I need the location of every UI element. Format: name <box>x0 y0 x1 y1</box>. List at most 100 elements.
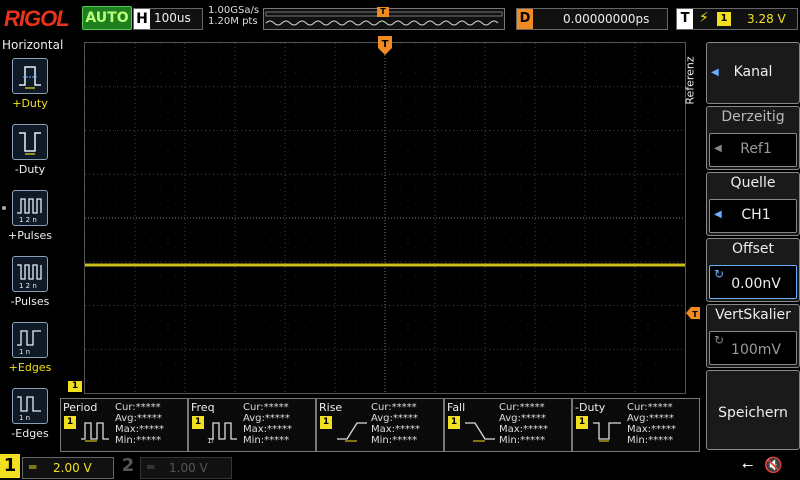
measurement-source: 1 <box>576 416 588 429</box>
ch2-scale-box[interactable]: ═ 1.00 V <box>140 457 232 479</box>
measure-plus-pulses[interactable]: 1 2 n +Pulses <box>6 190 54 242</box>
svg-text:1 n: 1 n <box>19 414 30 422</box>
measurement-name: Rise <box>319 401 343 414</box>
svg-text:T: T <box>382 39 389 50</box>
memory-trigger-marker: T <box>377 7 389 17</box>
plus-pulses-icon: 1 2 n <box>12 190 48 226</box>
kanal-label: Kanal <box>733 64 773 80</box>
speichern-button[interactable]: Speichern <box>706 370 800 450</box>
svg-text:1/: 1/ <box>207 437 214 443</box>
quelle-value: CH1 <box>741 207 771 223</box>
ch2-scale: 1.00 V <box>169 461 208 475</box>
measure-plus-duty[interactable]: +Duty <box>6 58 54 110</box>
speichern-label: Speichern <box>718 405 788 421</box>
measurement-name: Fall <box>447 401 466 414</box>
quelle-value-box: ◀ CH1 <box>709 199 797 233</box>
offset-value: 0.00nV <box>731 276 781 292</box>
kanal-button[interactable]: ◀ Kanal <box>706 42 800 104</box>
measure-minus-duty[interactable]: -Duty <box>6 124 54 176</box>
measurement-stats: Cur:***** Avg:***** Max:***** Min:***** <box>627 402 677 446</box>
acquisition-info: 1.00GSa/s 1.20M pts <box>208 5 259 27</box>
derzeitig-value-box: ◀ Ref1 <box>709 133 797 167</box>
negative-duty-icon <box>593 422 621 442</box>
sample-rate: 1.00GSa/s <box>208 5 260 16</box>
run-mode-button[interactable]: AUTO <box>82 6 132 30</box>
measurement-rise[interactable]: Rise 1 Cur:***** Avg:***** Max:***** Min:**… <box>316 398 444 452</box>
plus-duty-icon <box>12 58 48 94</box>
memory-overview-strip[interactable]: T <box>263 7 505 30</box>
plus-edges-icon: 1 n <box>12 322 48 358</box>
horizontal-key: H <box>134 9 150 29</box>
dc-coupling-icon: ═ <box>29 460 37 474</box>
measurement-source: 1 <box>320 416 332 429</box>
delay-value: 0.00000000ps <box>563 12 650 26</box>
vertskalier-value: 100mV <box>731 342 781 358</box>
dc-coupling-icon: ═ <box>147 460 155 474</box>
derzeitig-button: Derzeitig ◀ Ref1 <box>706 106 800 170</box>
measurement-neg-duty[interactable]: -Duty 1 Cur:***** Avg:***** Max:***** Min:*… <box>572 398 700 452</box>
svg-text:1 2 n: 1 2 n <box>19 282 37 290</box>
delay-indicator[interactable]: D 0.00000000ps <box>516 8 668 30</box>
plus-duty-label: +Duty <box>12 97 48 110</box>
trigger-level: 3.28 V <box>747 12 786 26</box>
ch2-indicator[interactable]: 2 <box>118 454 138 478</box>
speaker-muted-icon[interactable]: 🔇 <box>764 456 783 474</box>
offset-value-box: ↻ 0.00nV <box>709 265 797 299</box>
minus-edges-label: -Edges <box>11 427 49 440</box>
measurement-stats: Cur:***** Avg:***** Max:***** Min:***** <box>243 402 293 446</box>
measurement-source: 1 <box>448 416 460 429</box>
derzeitig-value: Ref1 <box>740 141 772 157</box>
measurement-source: 1 <box>192 416 204 429</box>
offset-button[interactable]: Offset ↻ 0.00nV <box>706 238 800 302</box>
rigol-logo: RIGOL <box>4 6 70 31</box>
minus-duty-icon <box>12 124 48 160</box>
vertskalier-value-box: ↻ 100mV <box>709 331 797 365</box>
timebase-value: 100us <box>154 11 191 25</box>
measurement-period[interactable]: Period 1 Cur:***** Avg:***** Max:***** Min:… <box>60 398 188 452</box>
ch1-ground-marker[interactable]: 1 <box>68 381 82 392</box>
rise-time-icon <box>337 422 367 442</box>
svg-text:T: T <box>692 310 698 319</box>
measurement-stats: Cur:***** Avg:***** Max:***** Min:***** <box>499 402 549 446</box>
minus-pulses-label: -Pulses <box>10 295 50 308</box>
ch1-scale: 2.00 V <box>53 461 92 475</box>
measurement-name: -Duty <box>575 401 606 414</box>
period-icon <box>81 422 109 442</box>
measurement-stats: Cur:***** Avg:***** Max:***** Min:***** <box>115 402 165 446</box>
measurement-stats: Cur:***** Avg:***** Max:***** Min:***** <box>371 402 421 446</box>
trigger-level-marker[interactable]: T <box>686 307 700 319</box>
minus-duty-label: -Duty <box>14 163 46 176</box>
measurement-freq[interactable]: Freq 1 1/ Cur:***** Avg:***** Max:***** Min… <box>188 398 316 452</box>
vertskalier-label: VertSkalier <box>715 307 791 323</box>
trigger-position-marker[interactable]: T <box>378 36 392 56</box>
memory-depth: 1.20M pts <box>208 16 258 27</box>
plus-edges-label: +Edges <box>8 361 52 374</box>
usb-icon: ⭠ <box>742 457 754 473</box>
left-panel-title: Horizontal <box>2 38 64 52</box>
timebase-indicator[interactable]: H 100us <box>133 8 203 30</box>
offset-label: Offset <box>731 241 775 257</box>
svg-text:1 n: 1 n <box>19 348 30 356</box>
measure-minus-pulses[interactable]: 1 2 n -Pulses <box>6 256 54 308</box>
menu-tab-referenz[interactable]: Referenz <box>684 48 702 118</box>
quelle-button[interactable]: Quelle ◀ CH1 <box>706 172 800 236</box>
delay-key: D <box>517 9 533 29</box>
minus-edges-icon: 1 n <box>12 388 48 424</box>
fall-time-icon <box>465 422 495 442</box>
measurement-name: Freq <box>191 401 215 414</box>
vertskalier-button: VertSkalier ↻ 100mV <box>706 304 800 368</box>
measure-plus-edges[interactable]: 1 n +Edges <box>6 322 54 374</box>
measure-minus-edges[interactable]: 1 n -Edges <box>6 388 54 440</box>
waveform-display[interactable] <box>84 42 686 394</box>
ch1-scale-box[interactable]: ═ 2.00 V <box>22 457 114 479</box>
trigger-indicator[interactable]: T ⚡ 1 3.28 V <box>676 8 798 30</box>
ch1-indicator[interactable]: 1 <box>0 454 20 478</box>
trigger-key: T <box>677 9 693 29</box>
measurement-name: Period <box>63 401 98 414</box>
svg-text:1 2 n: 1 2 n <box>19 216 37 224</box>
derzeitig-label: Derzeitig <box>721 109 785 125</box>
quelle-label: Quelle <box>730 175 776 191</box>
measurement-fall[interactable]: Fall 1 Cur:***** Avg:***** Max:***** Min:**… <box>444 398 572 452</box>
measurement-source: 1 <box>64 416 76 429</box>
rising-edge-icon: ⚡ <box>699 10 709 26</box>
